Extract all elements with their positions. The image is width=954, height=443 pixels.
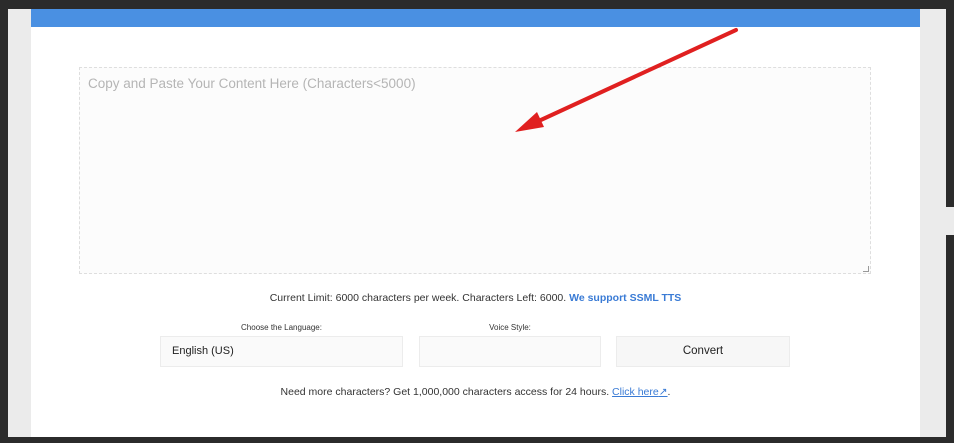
more-characters-text: Need more characters? Get 1,000,000 char… [280,386,610,398]
limit-info: Current Limit: 6000 characters per week.… [31,292,920,304]
tts-card: Current Limit: 6000 characters per week.… [31,9,920,437]
more-characters-info: Need more characters? Get 1,000,000 char… [31,386,920,398]
language-selected-value: English (US) [172,345,234,357]
header-bar [31,9,920,27]
language-select[interactable]: English (US) [160,336,403,367]
language-label: Choose the Language: [241,323,322,332]
page-frame: Current Limit: 6000 characters per week.… [8,9,946,437]
ssml-support-link[interactable]: We support SSML TTS [569,292,681,304]
click-here-label: Click here [612,386,659,398]
content-editor[interactable] [79,67,871,274]
voice-style-select[interactable] [419,336,601,367]
voice-style-label: Voice Style: [489,323,531,332]
more-suffix: . [667,386,671,398]
content-input[interactable] [80,68,870,273]
external-link-icon: ↗ [658,386,668,398]
click-here-link[interactable]: Click here↗ [612,386,668,398]
resize-handle-icon[interactable] [863,266,869,272]
limit-text: Current Limit: 6000 characters per week.… [269,292,567,304]
window-edge-tab [946,207,954,235]
convert-button[interactable]: Convert [616,336,790,367]
